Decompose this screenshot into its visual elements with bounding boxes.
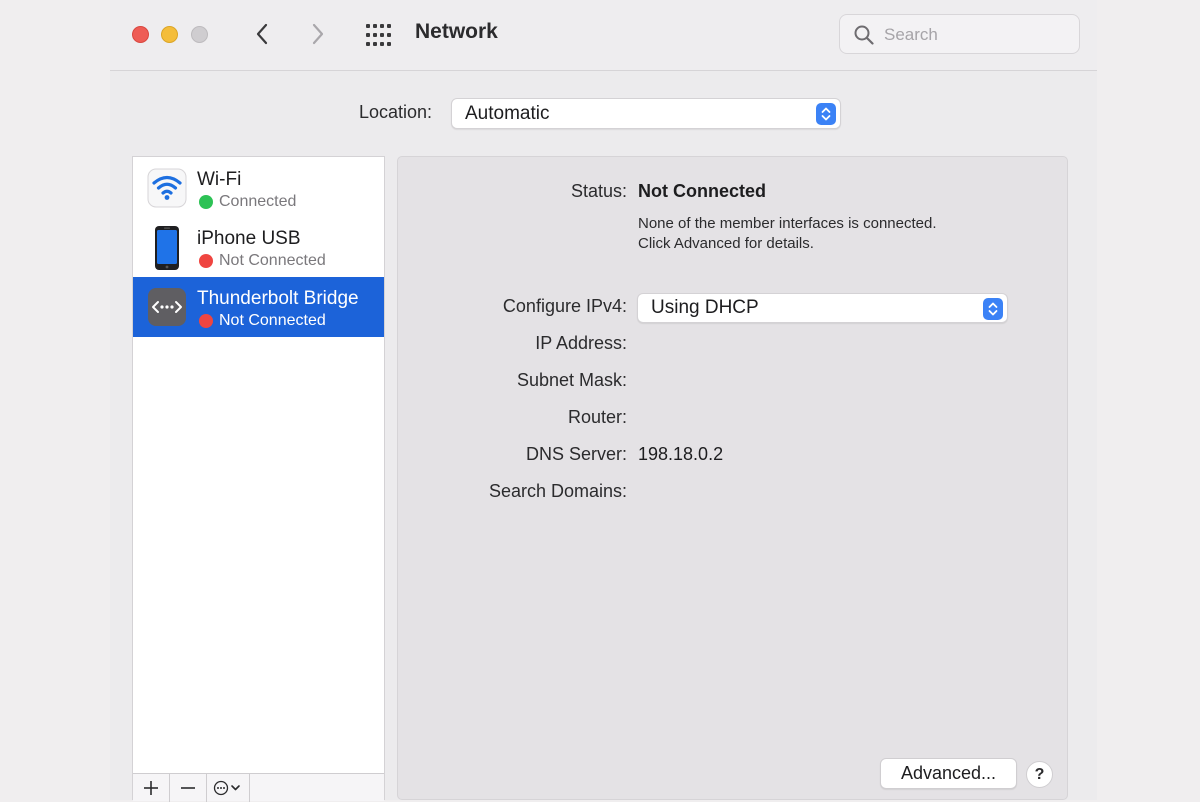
iphone-icon — [147, 226, 187, 270]
remove-service-button[interactable] — [170, 774, 207, 802]
service-list-toolbar — [133, 773, 384, 802]
back-button[interactable] — [247, 18, 277, 50]
forward-button[interactable] — [303, 18, 333, 50]
service-status: Not Connected — [219, 252, 326, 269]
subnet-mask-label: Subnet Mask: — [516, 370, 627, 390]
add-service-button[interactable] — [133, 774, 170, 802]
thunderbolt-bridge-icon — [147, 287, 187, 327]
zoom-window-button[interactable] — [191, 26, 208, 43]
location-value: Automatic — [465, 103, 550, 124]
service-detail-panel: Status: Not Connected None of the member… — [397, 156, 1068, 800]
wifi-icon — [147, 168, 187, 208]
service-status: Not Connected — [219, 312, 326, 329]
status-description: None of the member interfaces is connect… — [638, 214, 937, 254]
dns-server-value: 198.18.0.2 — [638, 444, 724, 464]
configure-ipv4-label: Configure IPv4: — [502, 296, 627, 316]
status-value: Not Connected — [638, 181, 766, 201]
status-dot — [199, 195, 213, 209]
minimize-window-button[interactable] — [161, 26, 178, 43]
location-popup[interactable]: Automatic — [451, 98, 841, 129]
search-domains-label: Search Domains: — [488, 481, 627, 501]
status-dot — [199, 314, 213, 328]
plus-icon — [144, 781, 158, 795]
location-label: Location: — [359, 102, 433, 122]
dns-server-label: DNS Server: — [525, 444, 627, 464]
router-label: Router: — [567, 407, 627, 427]
ellipsis-circle-icon — [213, 780, 240, 796]
status-label: Status: — [570, 181, 627, 201]
ip-address-label: IP Address: — [535, 333, 627, 353]
network-preferences-window: Network Location: Automatic — [110, 0, 1097, 802]
search-icon — [854, 25, 874, 50]
service-name: iPhone USB — [197, 228, 301, 249]
service-item-iphone-usb[interactable]: iPhone USB Not Connected — [133, 217, 384, 277]
configure-ipv4-value: Using DHCP — [651, 297, 759, 318]
help-button[interactable]: ? — [1026, 761, 1053, 788]
service-list: Wi-Fi Connected iPhone USB Not Connected — [132, 156, 385, 802]
service-item-thunderbolt-bridge[interactable]: Thunderbolt Bridge Not Connected — [133, 277, 384, 337]
advanced-button[interactable]: Advanced... — [880, 758, 1017, 789]
action-menu-button[interactable] — [207, 774, 250, 802]
service-name: Wi-Fi — [197, 169, 242, 190]
service-status: Connected — [219, 193, 297, 210]
titlebar: Network — [110, 0, 1097, 71]
popup-stepper-icon — [983, 298, 1003, 320]
grid-icon — [366, 24, 391, 46]
service-name: Thunderbolt Bridge — [197, 288, 359, 309]
chevron-right-icon — [312, 23, 324, 45]
service-item-wifi[interactable]: Wi-Fi Connected — [133, 158, 384, 218]
status-desc-line: Click Advanced for details. — [638, 235, 814, 252]
configure-ipv4-popup[interactable]: Using DHCP — [637, 293, 1008, 323]
show-all-button[interactable] — [363, 20, 395, 50]
chevron-left-icon — [256, 23, 268, 45]
minus-icon — [181, 787, 195, 789]
status-desc-line: None of the member interfaces is connect… — [638, 215, 937, 232]
popup-stepper-icon — [816, 103, 836, 125]
status-dot — [199, 254, 213, 268]
window-title: Network — [415, 20, 498, 43]
search-input[interactable] — [884, 24, 1069, 46]
search-field[interactable] — [839, 14, 1080, 54]
close-window-button[interactable] — [132, 26, 149, 43]
